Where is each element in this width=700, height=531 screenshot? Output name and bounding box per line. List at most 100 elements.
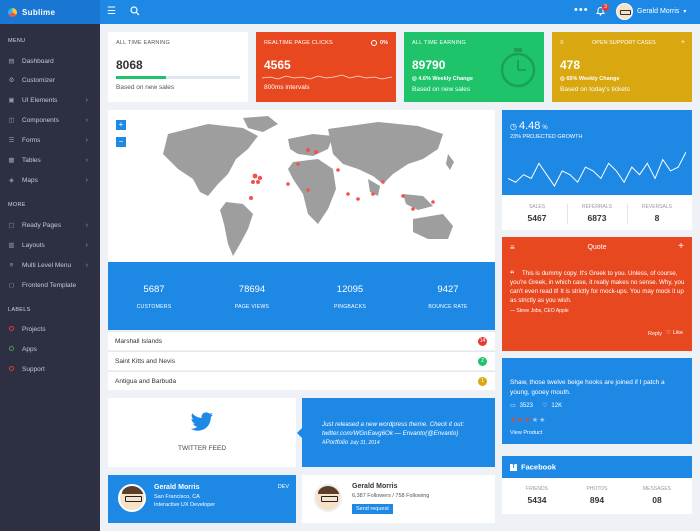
hamburger-menu-icon[interactable]: ☰ [107, 6, 116, 18]
sidebar-item-frontend-template[interactable]: ◻ Frontend Template [0, 275, 100, 295]
band-stat: 9427 BOUNCE RATE [408, 284, 488, 310]
tweet-card: Just released a new wordpress theme. Che… [297, 398, 495, 467]
sidebar-item-projects[interactable]: Projects [0, 319, 100, 339]
facebook-stat: MESSAGES 08 [627, 486, 687, 505]
sidebar-item-components[interactable]: ◫ Components › [0, 110, 100, 130]
product-likes[interactable]: ♡ 12K [542, 402, 562, 410]
table-icon: ▦ [8, 157, 15, 164]
star-icon: ★ [524, 417, 532, 424]
stat-title: OPEN SUPPORT CASES [592, 40, 656, 46]
profile-card-1: Gerald Morris San Francisco, CA Interact… [108, 475, 296, 523]
band-stat: 5687 CUSTOMERS [114, 284, 194, 310]
list-item[interactable]: Marshall Islands 14 [108, 331, 495, 350]
list-item-label: Saint Kitts and Nevis [115, 357, 175, 365]
twitter-feed-card: TWITTER FEED [108, 398, 296, 467]
facebook-icon: f [510, 463, 517, 471]
world-map[interactable] [148, 114, 468, 259]
band-stat: 12095 PINGBACKS [310, 284, 390, 310]
sidebar: MENU MORE LABELS ▤ Dashboard ⚙ Customizer ▣ U… [0, 24, 100, 531]
plus-icon[interactable]: + [681, 39, 685, 46]
user-name: Gerald Morris [637, 8, 680, 15]
product-text: Shaw, those twelve beige hooks are joine… [510, 379, 665, 396]
sidebar-item-label: Frontend Template [22, 281, 77, 289]
growth-stat: REFERRALS 6873 [567, 204, 627, 223]
growth-stat-value: 6873 [587, 213, 607, 223]
growth-series-line [508, 151, 686, 187]
stat-badge: 0% [371, 40, 388, 46]
band-stat-label: PINGBACKS [333, 304, 367, 310]
star-icon: ★ [517, 417, 525, 424]
facebook-stat-value: 5434 [527, 495, 547, 505]
quote-title: Quote [587, 244, 607, 251]
reply-link[interactable]: Reply [648, 331, 662, 337]
growth-header: ◷ 4.48 % 23% PROJECTED GROWTH [502, 110, 692, 195]
count-badge: 1 [478, 376, 487, 386]
chevron-right-icon: › [85, 221, 88, 229]
stat-sub: Based on today's tickets [560, 86, 630, 93]
band-stat-value: 5687 [143, 284, 165, 295]
menu-icon: ≡ [9, 261, 14, 269]
facebook-stat-label: MESSAGES [642, 486, 672, 492]
brand-name: Sublime [22, 7, 56, 17]
send-request-button[interactable]: Send request [352, 504, 393, 514]
sidebar-item-support[interactable]: Support [0, 359, 100, 379]
sidebar-item-customizer[interactable]: ⚙ Customizer [0, 70, 100, 90]
sidebar-item-ui-elements[interactable]: ▣ UI Elements › [0, 90, 100, 110]
stat-title: REALTIME PAGE CLICKS [264, 40, 333, 46]
count-badge: 2 [478, 356, 487, 366]
product-comments[interactable]: ▭ 3523 [510, 402, 533, 410]
chevron-right-icon: › [85, 261, 88, 269]
sidebar-item-multi-level-menu[interactable]: ≡ Multi Level Menu › [0, 255, 100, 275]
growth-stat-label: SALES [528, 204, 546, 210]
search-icon[interactable] [130, 6, 140, 20]
growth-stat-label: REVERSALS [641, 204, 672, 210]
chevron-right-icon: › [85, 116, 88, 124]
sidebar-item-forms[interactable]: ☰ Forms › [0, 130, 100, 150]
user-menu[interactable]: Gerald Morris ▾ [616, 3, 686, 20]
sidebar-item-apps[interactable]: Apps [0, 339, 100, 359]
zoom-out-button[interactable]: − [116, 137, 126, 147]
star-rating: ★★★★★ [510, 416, 546, 424]
avatar [616, 3, 633, 20]
label-dot-icon [8, 365, 15, 373]
twitter-bird-icon [190, 412, 213, 431]
sidebar-item-label: Components [22, 116, 59, 124]
list-item[interactable]: Antigua and Barbuda 1 [108, 371, 495, 390]
sidebar-item-ready-pages[interactable]: ▢ Ready Pages › [0, 215, 100, 235]
profile-name: Gerald Morris [352, 483, 398, 490]
sidebar-item-dashboard[interactable]: ▤ Dashboard [0, 51, 100, 71]
growth-stat: SALES 5467 [507, 204, 567, 223]
sidebar-item-tables[interactable]: ▦ Tables › [0, 150, 100, 170]
brand[interactable]: Sublime [0, 0, 100, 24]
comment-icon: ▭ [510, 403, 516, 409]
layout-icon: ▥ [8, 242, 15, 249]
growth-card: ◷ 4.48 % 23% PROJECTED GROWTH SALES 5467 R… [502, 110, 692, 230]
label-dot-icon [8, 325, 15, 333]
sparkline [262, 74, 392, 80]
stat-change: ◎ 65% Weekly Change [560, 76, 620, 82]
view-product-link[interactable]: View Product [510, 430, 542, 436]
list-item[interactable]: Saint Kitts and Nevis 2 [108, 351, 495, 370]
profile-followers: 6,387 Followers / 758 Following [352, 493, 430, 499]
band-stat-value: 9427 [437, 284, 459, 295]
stat-value: 8068 [116, 58, 143, 72]
band-stat: 78694 PAGE VIEWS [212, 284, 292, 310]
stopwatch-icon [500, 48, 536, 88]
chevron-right-icon: › [85, 176, 88, 184]
zoom-in-button[interactable]: + [116, 120, 126, 130]
tweet-text: Just released a new wordpress theme. Che… [322, 421, 465, 446]
chevron-right-icon: › [85, 136, 88, 144]
menu-icon[interactable]: ≡ [560, 40, 564, 46]
sidebar-item-layouts[interactable]: ▥ Layouts › [0, 235, 100, 255]
plus-icon[interactable]: + [678, 241, 684, 252]
profile-role: Interactive UX Developer [154, 502, 216, 508]
chevron-down-icon: ▾ [683, 9, 687, 15]
sidebar-item-maps[interactable]: ◈ Maps › [0, 170, 100, 190]
band-stat-label: CUSTOMERS [136, 304, 172, 310]
stat-sub: Based on new sales [116, 84, 175, 91]
more-options-icon[interactable]: ••• [574, 4, 589, 16]
page-icon: ▢ [8, 222, 15, 229]
like-link[interactable]: ♡ Like [666, 330, 683, 336]
growth-stat-value: 5467 [527, 213, 547, 223]
divider [627, 204, 628, 224]
